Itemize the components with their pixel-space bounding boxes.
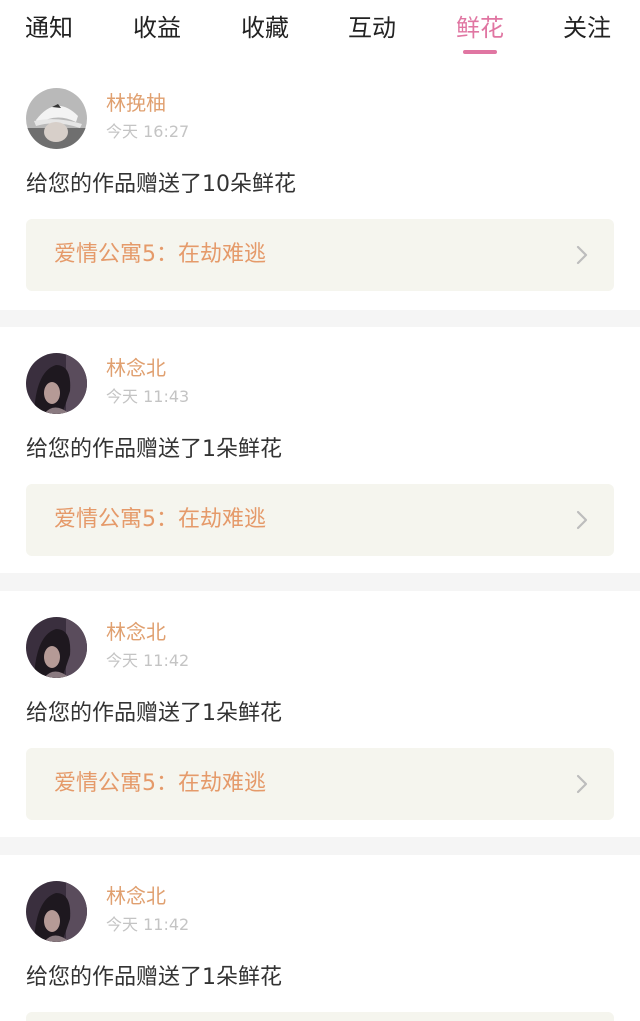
tab-earnings[interactable]: 收益 [133, 10, 181, 50]
tab-label: 互动 [348, 14, 396, 42]
tab-label: 鲜花 [456, 14, 504, 42]
gift-message: 给您的作品赠送了1朵鲜花 [26, 701, 282, 726]
tab-following[interactable]: 关注 [563, 10, 611, 50]
gift-notification-card: 林念北 今天 11:42 给您的作品赠送了1朵鲜花 [0, 855, 640, 1021]
work-link[interactable]: 爱情公寓5：在劫难逃 [26, 219, 614, 291]
gift-notification-card: 林念北 今天 11:43 给您的作品赠送了1朵鲜花 爱情公寓5：在劫难逃 [0, 327, 640, 573]
tab-label: 收益 [133, 14, 181, 42]
tab-flowers[interactable]: 鲜花 [456, 10, 504, 54]
tab-favorites[interactable]: 收藏 [241, 10, 289, 50]
avatar-cap-girl-icon [26, 88, 87, 149]
work-title: 爱情公寓5：在劫难逃 [54, 242, 266, 267]
tab-interactions[interactable]: 互动 [348, 10, 396, 50]
active-tab-indicator [463, 50, 497, 54]
chevron-right-icon [576, 245, 588, 265]
avatar[interactable] [26, 353, 87, 414]
avatar[interactable] [26, 881, 87, 942]
username[interactable]: 林念北 [106, 355, 166, 381]
gift-notification-card: 林挽柚 今天 16:27 给您的作品赠送了10朵鲜花 爱情公寓5：在劫难逃 [0, 62, 640, 310]
tab-label: 关注 [563, 14, 611, 42]
timestamp: 今天 11:42 [106, 651, 190, 670]
timestamp: 今天 16:27 [106, 122, 190, 141]
username[interactable]: 林念北 [106, 883, 166, 909]
work-title: 爱情公寓5：在劫难逃 [54, 507, 266, 532]
avatar[interactable] [26, 617, 87, 678]
work-title: 爱情公寓5：在劫难逃 [54, 771, 266, 796]
avatar-dark-girl-icon [26, 617, 87, 678]
work-link[interactable] [26, 1012, 614, 1021]
timestamp: 今天 11:43 [106, 387, 190, 406]
gift-message: 给您的作品赠送了1朵鲜花 [26, 965, 282, 990]
gift-message: 给您的作品赠送了10朵鲜花 [26, 172, 296, 197]
tab-label: 收藏 [241, 14, 289, 42]
work-link[interactable]: 爱情公寓5：在劫难逃 [26, 748, 614, 820]
gift-notification-card: 林念北 今天 11:42 给您的作品赠送了1朵鲜花 爱情公寓5：在劫难逃 [0, 591, 640, 837]
timestamp: 今天 11:42 [106, 915, 190, 934]
username[interactable]: 林挽柚 [106, 90, 166, 116]
gift-message: 给您的作品赠送了1朵鲜花 [26, 437, 282, 462]
avatar-dark-girl-icon [26, 353, 87, 414]
username[interactable]: 林念北 [106, 619, 166, 645]
tab-notifications[interactable]: 通知 [25, 10, 73, 50]
avatar[interactable] [26, 88, 87, 149]
chevron-right-icon [576, 774, 588, 794]
chevron-right-icon [576, 510, 588, 530]
tab-label: 通知 [25, 14, 73, 42]
tab-bar: 通知 收益 收藏 互动 鲜花 关注 [0, 0, 640, 62]
work-link[interactable]: 爱情公寓5：在劫难逃 [26, 484, 614, 556]
avatar-dark-girl-icon [26, 881, 87, 942]
